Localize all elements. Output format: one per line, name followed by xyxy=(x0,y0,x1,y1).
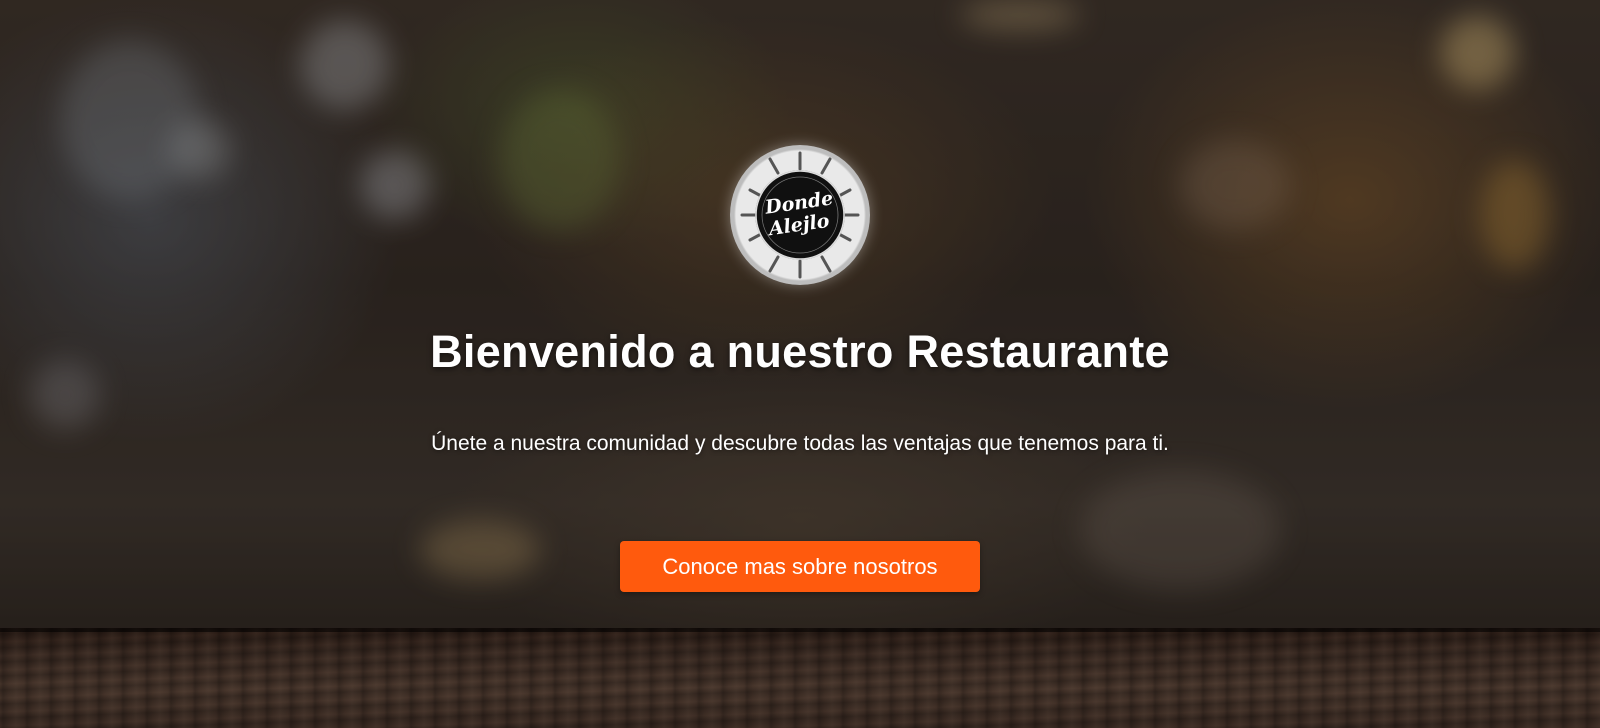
page-title: Bienvenido a nuestro Restaurante xyxy=(430,326,1170,377)
wooden-table-image xyxy=(0,628,1600,728)
learn-more-button[interactable]: Conoce mas sobre nosotros xyxy=(620,541,980,592)
restaurant-logo: Donde Alejlo xyxy=(730,145,870,285)
page-subtitle: Únete a nuestra comunidad y descubre tod… xyxy=(431,432,1169,455)
landing-page: Donde Alejlo Bienvenido a nuestro Restau… xyxy=(0,0,1600,728)
utensils-logo-icon: Donde Alejlo xyxy=(740,151,860,279)
background-overlay xyxy=(0,0,1600,630)
